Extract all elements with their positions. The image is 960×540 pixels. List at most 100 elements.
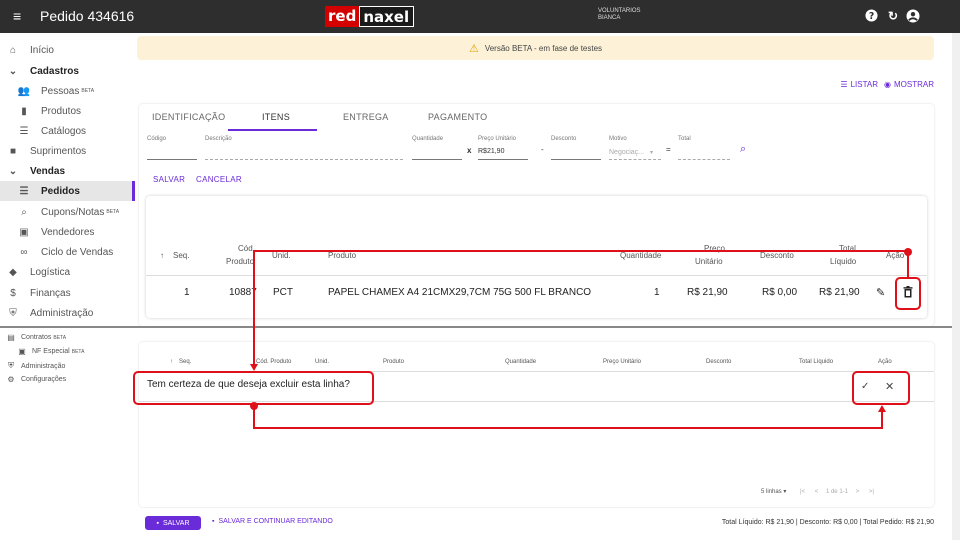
box-icon: ■ — [9, 145, 17, 157]
annotation-delete-box — [895, 277, 921, 310]
first-page-icon[interactable]: |< — [800, 489, 805, 495]
motivo-label: Motivo — [609, 136, 627, 142]
show-button[interactable]: ◉ MOSTRAR — [884, 80, 934, 89]
desconto-field[interactable] — [551, 159, 601, 160]
beta-badge: BETA — [53, 334, 67, 341]
infinity-icon: ∞ — [20, 246, 28, 258]
sidebar-item-label: Suprimentos — [30, 145, 87, 157]
sidebar-item-administracao[interactable]: ⛨ Administração — [0, 303, 135, 323]
chevron-down-icon: ▾ — [650, 150, 654, 156]
sidebar-item-label: Ciclo de Vendas — [41, 246, 114, 258]
rows-per-page[interactable]: 5 linhas — [761, 489, 782, 495]
header-unid: Unid. — [272, 251, 291, 260]
sidebar-item-inicio[interactable]: ⌂ Início — [0, 40, 135, 60]
sidebar-item-pedidos[interactable]: ☰ Pedidos — [0, 181, 135, 201]
search-icon[interactable]: ⌕ — [740, 143, 746, 156]
sidebar-item-catalogos[interactable]: ☰ Catálogos — [0, 121, 135, 141]
sidebar-item-contratos[interactable]: ▤ Contratos BETA — [6, 333, 66, 342]
tab-entrega[interactable]: ENTREGA — [343, 112, 389, 122]
last-page-icon[interactable]: >| — [869, 489, 874, 495]
annotation-line — [253, 406, 255, 429]
header-seq[interactable]: Seq. — [173, 251, 189, 260]
annotation-line — [253, 250, 255, 364]
header-seq-2[interactable]: Seq. — [179, 359, 191, 365]
annotation-confirm-text-box — [133, 371, 374, 405]
user-org: VOLUNTARIOS — [598, 8, 641, 14]
total-label: Total — [678, 136, 691, 142]
list-button[interactable]: ☰ LISTAR — [840, 80, 878, 89]
shield-icon: ⛨ — [9, 307, 17, 319]
header-acao: Ação — [886, 251, 905, 260]
save-button[interactable]: ▪ SALVAR — [145, 516, 201, 530]
sidebar-item-label: Produtos — [41, 105, 82, 117]
tab-pagamento[interactable]: PAGAMENTO — [428, 112, 487, 122]
sort-arrow-icon[interactable]: ↑ — [160, 251, 164, 260]
refresh-icon[interactable]: ↻ — [886, 9, 900, 23]
save-icon: ▪ — [156, 519, 159, 527]
sidebar-item-label: Pedidos — [41, 185, 80, 197]
descricao-field[interactable] — [205, 159, 403, 160]
logo-red-part: red — [325, 6, 360, 27]
sidebar-item-suprimentos[interactable]: ■ Suprimentos — [0, 141, 135, 161]
header-cod-2: Produto — [226, 257, 255, 266]
sidebar-group-cadastros[interactable]: ⌄ Cadastros — [0, 61, 135, 81]
chevron-down-icon[interactable]: ▾ — [783, 489, 788, 495]
order-totals: Total Líquido: R$ 21,90 | Desconto: R$ 0… — [721, 519, 934, 526]
sort-arrow-icon[interactable]: ↑ — [170, 359, 173, 365]
header-separator — [146, 275, 927, 276]
sidebar-item-label: Configurações — [21, 376, 67, 383]
cell-seq: 1 — [184, 287, 190, 298]
sidebar-item-ciclo[interactable]: ∞ Ciclo de Vendas — [0, 242, 135, 262]
codigo-field[interactable] — [147, 159, 197, 160]
annotation-line — [907, 252, 909, 277]
shield-icon: ⛨ — [8, 361, 14, 370]
sidebar-item-pessoas[interactable]: 👥 Pessoas BETA — [0, 81, 135, 101]
help-icon[interactable]: ? — [864, 9, 878, 23]
show-label: MOSTRAR — [894, 80, 934, 89]
header-preco-2: Preço Unitário — [603, 359, 642, 365]
view-links: ☰ LISTAR ◉ MOSTRAR — [840, 80, 934, 89]
tab-itens[interactable]: ITENS — [262, 112, 290, 122]
cell-preco: R$ 21,90 — [687, 287, 728, 298]
user-info[interactable]: VOLUNTARIOS BIANCA — [598, 8, 641, 22]
motivo-field[interactable] — [609, 159, 661, 160]
page-title: Pedido 434616 — [40, 8, 135, 24]
preco-field[interactable] — [478, 159, 528, 160]
save-continue-label: SALVAR E CONTINUAR EDITANDO — [218, 518, 333, 525]
motivo-select[interactable]: Negociaç... — [609, 149, 644, 156]
edit-icon[interactable]: ✎ — [876, 286, 885, 299]
next-page-icon[interactable]: > — [856, 489, 860, 495]
sidebar-item-label: Pessoas — [41, 85, 80, 97]
annotation-arrow-down — [250, 364, 258, 371]
sidebar-item-logistica[interactable]: ◆ Logística — [0, 262, 135, 282]
sidebar-item-nf-especial[interactable]: ▣ NF Especial BETA — [17, 347, 84, 356]
sidebar-item-administracao-2[interactable]: ⛨ Administração — [6, 361, 65, 371]
quantidade-field[interactable] — [412, 159, 462, 160]
equals-sign: = — [666, 145, 671, 154]
header-total-2: Total Líquido — [799, 359, 834, 365]
prev-page-icon[interactable]: < — [815, 489, 819, 495]
sidebar-item-vendedores[interactable]: ▣ Vendedores — [0, 222, 135, 242]
save-icon: ▪ — [212, 518, 215, 525]
user-name: BIANCA — [598, 15, 621, 21]
cell-produto: PAPEL CHAMEX A4 21CMX29,7CM 75G 500 FL B… — [328, 287, 592, 298]
save-label: SALVAR — [162, 519, 190, 527]
scrollbar[interactable] — [952, 33, 960, 540]
header-acao-2: Ação — [878, 359, 892, 365]
preco-value: R$21,90 — [478, 148, 505, 155]
save-item-button[interactable]: SALVAR — [153, 175, 185, 184]
sidebar-group-vendas[interactable]: ⌄ Vendas — [0, 161, 135, 181]
save-continue-button[interactable]: ▪ SALVAR E CONTINUAR EDITANDO — [212, 518, 333, 525]
cancel-item-button[interactable]: CANCELAR — [196, 175, 242, 184]
account-icon[interactable] — [906, 9, 920, 23]
sidebar-item-configuracoes[interactable]: ⚙ Configurações — [6, 375, 66, 384]
annotation-line — [253, 250, 909, 252]
sidebar-item-cupons[interactable]: ⌕ Cupons/Notas BETA — [0, 202, 135, 222]
tab-bar: IDENTIFICAÇÃO ITENS ENTREGA PAGAMENTO — [139, 104, 934, 131]
menu-icon[interactable]: ≡ — [13, 9, 21, 23]
people-icon: 👥 — [17, 85, 31, 97]
sidebar-item-produtos[interactable]: ▮ Produtos — [0, 101, 135, 121]
sidebar-item-financas[interactable]: $ Finanças — [0, 283, 135, 303]
header-preco-2: Unitário — [695, 257, 723, 266]
tab-identificacao[interactable]: IDENTIFICAÇÃO — [152, 112, 225, 122]
